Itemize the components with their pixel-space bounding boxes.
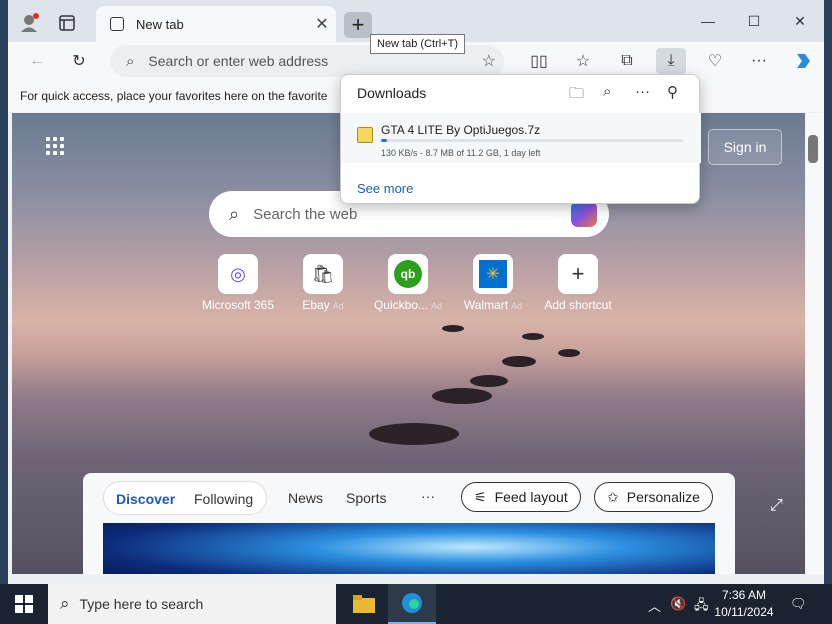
- personalize-label: Personalize: [626, 489, 700, 505]
- walmart-icon: ✳: [473, 254, 513, 294]
- more-options-icon[interactable]: ···: [635, 83, 650, 100]
- tab-discover[interactable]: Discover: [116, 491, 175, 507]
- new-tab-tooltip: New tab (Ctrl+T): [370, 34, 465, 54]
- more-menu-icon[interactable]: ···: [744, 48, 774, 74]
- quick-link-label: Ebay: [302, 298, 330, 312]
- personalize-button[interactable]: ✩ Personalize: [594, 482, 713, 512]
- stone: [558, 349, 580, 357]
- feed-tab-group: Discover Following: [103, 481, 267, 515]
- tab-actions-icon[interactable]: [56, 12, 78, 34]
- ad-badge: Ad: [332, 301, 344, 311]
- feed-panel: Discover Following News Sports ··· ⚟ Fee…: [83, 473, 735, 574]
- quick-link-microsoft-365[interactable]: ◎ Microsoft 365: [195, 254, 281, 312]
- stone: [442, 325, 464, 332]
- notifications-icon[interactable]: 🗨: [790, 596, 807, 612]
- tab-title: New tab: [136, 16, 184, 32]
- search-icon[interactable]: ⌕: [603, 83, 611, 100]
- network-icon[interactable]: 🖧: [694, 596, 709, 618]
- maximize-button[interactable]: ☐: [734, 10, 774, 32]
- tab-sports[interactable]: Sports: [346, 490, 386, 506]
- download-file-name: GTA 4 LITE By OptiJuegos.7z: [381, 123, 541, 137]
- favorite-star-icon[interactable]: ☆: [482, 51, 496, 71]
- stone: [369, 423, 459, 445]
- taskbar-search-placeholder: Type here to search: [79, 596, 204, 612]
- apps-launcher-icon[interactable]: [46, 137, 64, 155]
- clock[interactable]: 7:36 AM 10/11/2024: [712, 587, 776, 621]
- search-icon: ⌕: [126, 52, 135, 70]
- browser-window: New tab ✕ + — ☐ ✕ New tab (Ctrl+T) ← ↻ ⌕…: [8, 0, 824, 584]
- new-tab-favicon-icon: [110, 17, 124, 31]
- stone: [432, 388, 492, 404]
- taskbar: ⌕ Type here to search ︿ 🔇 🖧 7:36 AM 10/1…: [0, 584, 832, 624]
- archive-file-icon: [357, 127, 373, 143]
- downloads-flyout: Downloads 🗀 ⌕ ··· ⚲ GTA 4 LITE By OptiJu…: [340, 74, 701, 204]
- browser-essentials-icon[interactable]: ♡: [700, 48, 730, 74]
- minimize-button[interactable]: —: [688, 10, 728, 32]
- quickbooks-icon: qb: [388, 254, 428, 294]
- close-window-button[interactable]: ✕: [780, 10, 820, 32]
- quick-link-walmart[interactable]: ✳ Walmart Ad: [450, 254, 536, 312]
- volume-muted-icon[interactable]: 🔇: [670, 596, 686, 612]
- start-button[interactable]: [0, 584, 48, 624]
- quick-link-quickbooks[interactable]: qb Quickbo... Ad: [365, 254, 451, 312]
- taskbar-search[interactable]: ⌕ Type here to search: [48, 584, 336, 624]
- quick-link-label: Add shortcut: [544, 298, 612, 312]
- open-folder-icon[interactable]: 🗀: [569, 83, 584, 108]
- copilot-icon[interactable]: [571, 201, 597, 227]
- pin-icon[interactable]: ⚲: [667, 83, 678, 101]
- sliders-icon: ⚟: [474, 488, 487, 505]
- downloads-title: Downloads: [357, 85, 427, 101]
- tab-close-icon[interactable]: ✕: [308, 14, 336, 34]
- downloads-icon[interactable]: ⤓: [656, 48, 686, 74]
- search-icon: ⌕: [229, 203, 240, 224]
- ebay-icon: 🛍: [303, 254, 343, 294]
- see-more-link[interactable]: See more: [357, 181, 413, 196]
- profile-avatar-icon[interactable]: [18, 12, 40, 34]
- quick-link-label: Walmart: [463, 298, 509, 312]
- quick-link-label: Microsoft 365: [201, 298, 275, 312]
- tab-following[interactable]: Following: [194, 491, 253, 507]
- stone: [502, 356, 536, 367]
- copilot-icon[interactable]: [788, 48, 818, 74]
- file-explorer-icon[interactable]: [340, 584, 388, 624]
- tab-news[interactable]: News: [288, 490, 323, 506]
- download-status: 130 KB/s - 8.7 MB of 11.2 GB, 1 day left: [381, 148, 541, 158]
- stone: [470, 375, 508, 387]
- favorites-icon[interactable]: ☆: [568, 48, 598, 74]
- feed-layout-label: Feed layout: [494, 489, 568, 505]
- address-placeholder: Search or enter web address: [148, 53, 329, 69]
- add-shortcut-button[interactable]: + Add shortcut: [535, 254, 621, 312]
- sign-in-button[interactable]: Sign in: [708, 129, 782, 165]
- sparkle-star-icon: ✩: [607, 488, 619, 505]
- refresh-icon[interactable]: ↻: [64, 48, 94, 74]
- stone: [522, 333, 544, 340]
- back-icon[interactable]: ←: [22, 48, 52, 74]
- clock-time: 7:36 AM: [721, 588, 767, 602]
- quick-link-ebay[interactable]: 🛍 Ebay Ad: [280, 254, 366, 312]
- split-screen-icon[interactable]: ▯▯: [524, 48, 554, 74]
- expand-icon[interactable]: ⤢: [770, 497, 783, 515]
- ad-badge: Ad: [511, 301, 523, 311]
- tab-new-tab[interactable]: New tab ✕: [96, 6, 336, 42]
- ad-badge: Ad: [431, 301, 443, 311]
- tray-chevron-icon[interactable]: ︿: [648, 596, 661, 615]
- download-progress-bar: [381, 139, 683, 142]
- clock-date: 10/11/2024: [714, 605, 774, 619]
- microsoft-365-icon: ◎: [218, 254, 258, 294]
- feed-more-icon[interactable]: ···: [421, 488, 435, 504]
- plus-icon: +: [558, 254, 598, 294]
- collections-icon[interactable]: ⧉: [612, 48, 642, 74]
- new-tab-button[interactable]: +: [344, 12, 372, 38]
- scrollbar[interactable]: [806, 113, 824, 574]
- download-progress-fill: [381, 139, 388, 142]
- scrollbar-thumb[interactable]: [808, 135, 818, 163]
- feed-layout-button[interactable]: ⚟ Feed layout: [461, 482, 581, 512]
- quick-link-label: Quickbo...: [373, 298, 428, 312]
- web-search-placeholder: Search the web: [253, 205, 358, 223]
- edge-taskbar-icon[interactable]: [388, 584, 436, 624]
- feed-card-image[interactable]: [103, 523, 715, 574]
- search-icon: ⌕: [60, 594, 70, 613]
